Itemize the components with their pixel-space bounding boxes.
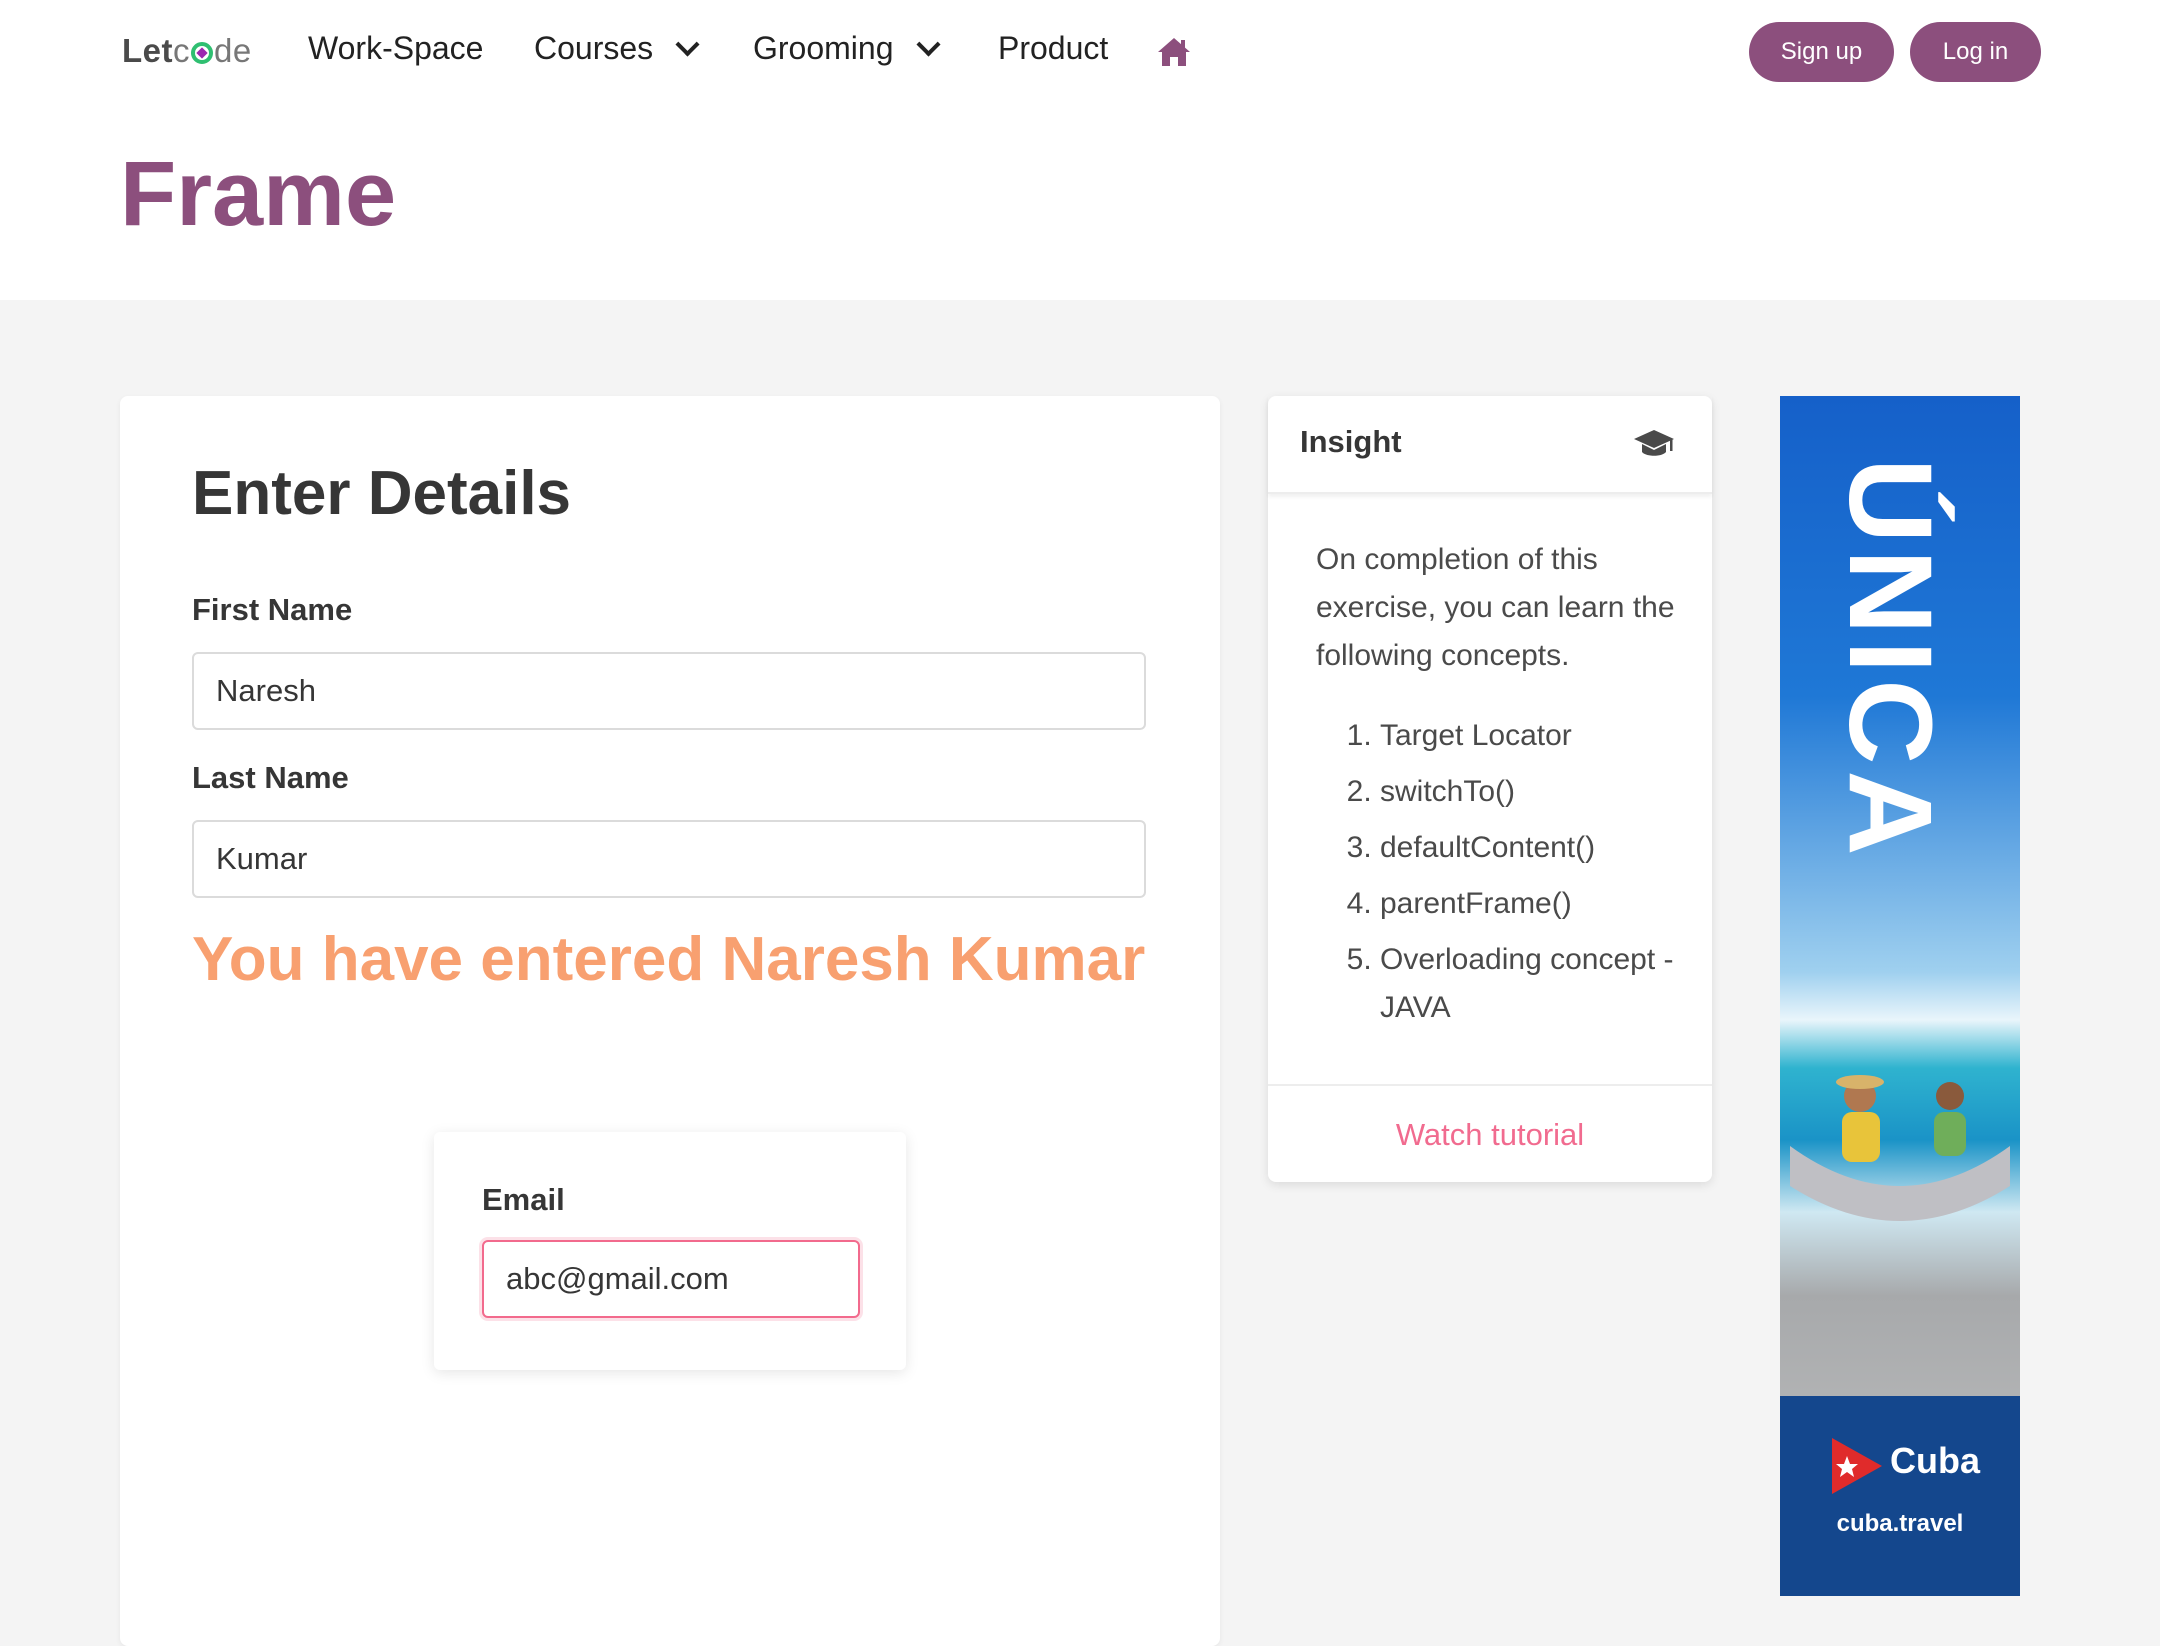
list-item: Target Locator: [1380, 712, 1690, 760]
email-label: Email: [482, 1182, 565, 1217]
ad-headline: ÚNICA: [1824, 458, 1956, 862]
concept-list: Target Locator switchTo() defaultContent…: [1316, 712, 1690, 1040]
logo-text-light: de: [214, 32, 252, 69]
logo-c: c: [173, 32, 190, 69]
nav-product-label: Product: [998, 30, 1109, 66]
login-button[interactable]: Log in: [1910, 22, 2041, 82]
chevron-down-icon: [915, 32, 941, 57]
list-item: switchTo(): [1380, 768, 1690, 816]
cuba-flag-icon: [1832, 1438, 1882, 1494]
nav-courses[interactable]: Courses: [534, 30, 700, 67]
ad-illustration: [1790, 1075, 2010, 1221]
home-icon[interactable]: [1156, 36, 1192, 68]
graduation-cap-icon: [1634, 430, 1674, 456]
logo-text-bold: Let: [122, 32, 173, 69]
navbar: Letc de Work-Space Courses Grooming Produ…: [0, 0, 2160, 104]
insight-card: Insight On completion of this exercise, …: [1268, 396, 1712, 1182]
nav-product[interactable]: Product: [998, 30, 1108, 67]
insight-title: Insight: [1300, 424, 1402, 459]
list-item: defaultContent(): [1380, 824, 1690, 872]
logo[interactable]: Letc de: [122, 32, 252, 70]
form-heading: Enter Details: [192, 459, 572, 528]
last-name-value: Kumar: [216, 841, 308, 876]
watch-tutorial-link[interactable]: Watch tutorial: [1268, 1084, 1712, 1184]
insight-header: Insight: [1268, 396, 1712, 494]
ad-brand: Cuba: [1890, 1440, 1980, 1481]
email-input[interactable]: abc@gmail.com: [482, 1240, 860, 1318]
nav-workspace[interactable]: Work-Space: [308, 30, 483, 67]
email-frame: Email abc@gmail.com: [434, 1132, 906, 1370]
nav-grooming[interactable]: Grooming: [753, 30, 941, 67]
list-item: parentFrame(): [1380, 880, 1690, 928]
list-item: Overloading concept - JAVA: [1380, 936, 1690, 1032]
signup-button[interactable]: Sign up: [1749, 22, 1894, 82]
first-name-label: First Name: [192, 592, 353, 627]
ad-footer: Cuba cuba.travel: [1780, 1396, 2020, 1596]
page-title: Frame: [120, 143, 397, 245]
last-name-label: Last Name: [192, 760, 349, 795]
details-card: Enter Details First Name Naresh Last Nam…: [120, 396, 1220, 1646]
logo-mark-icon: [191, 42, 213, 64]
result-text: You have entered Naresh Kumar: [192, 925, 1146, 994]
first-name-value: Naresh: [216, 673, 316, 708]
nav-workspace-label: Work-Space: [308, 30, 484, 66]
insight-intro: On completion of this exercise, you can …: [1316, 543, 1675, 672]
nav-courses-label: Courses: [534, 30, 654, 66]
chevron-down-icon: [675, 32, 700, 57]
email-value: abc@gmail.com: [506, 1261, 729, 1296]
cuba-ad-banner[interactable]: ÚNICA Cuba cuba.travel: [1780, 396, 2020, 1596]
last-name-input[interactable]: Kumar: [192, 820, 1146, 898]
nav-grooming-label: Grooming: [753, 30, 894, 66]
ad-url: cuba.travel: [1836, 1510, 1964, 1537]
first-name-input[interactable]: Naresh: [192, 652, 1146, 730]
